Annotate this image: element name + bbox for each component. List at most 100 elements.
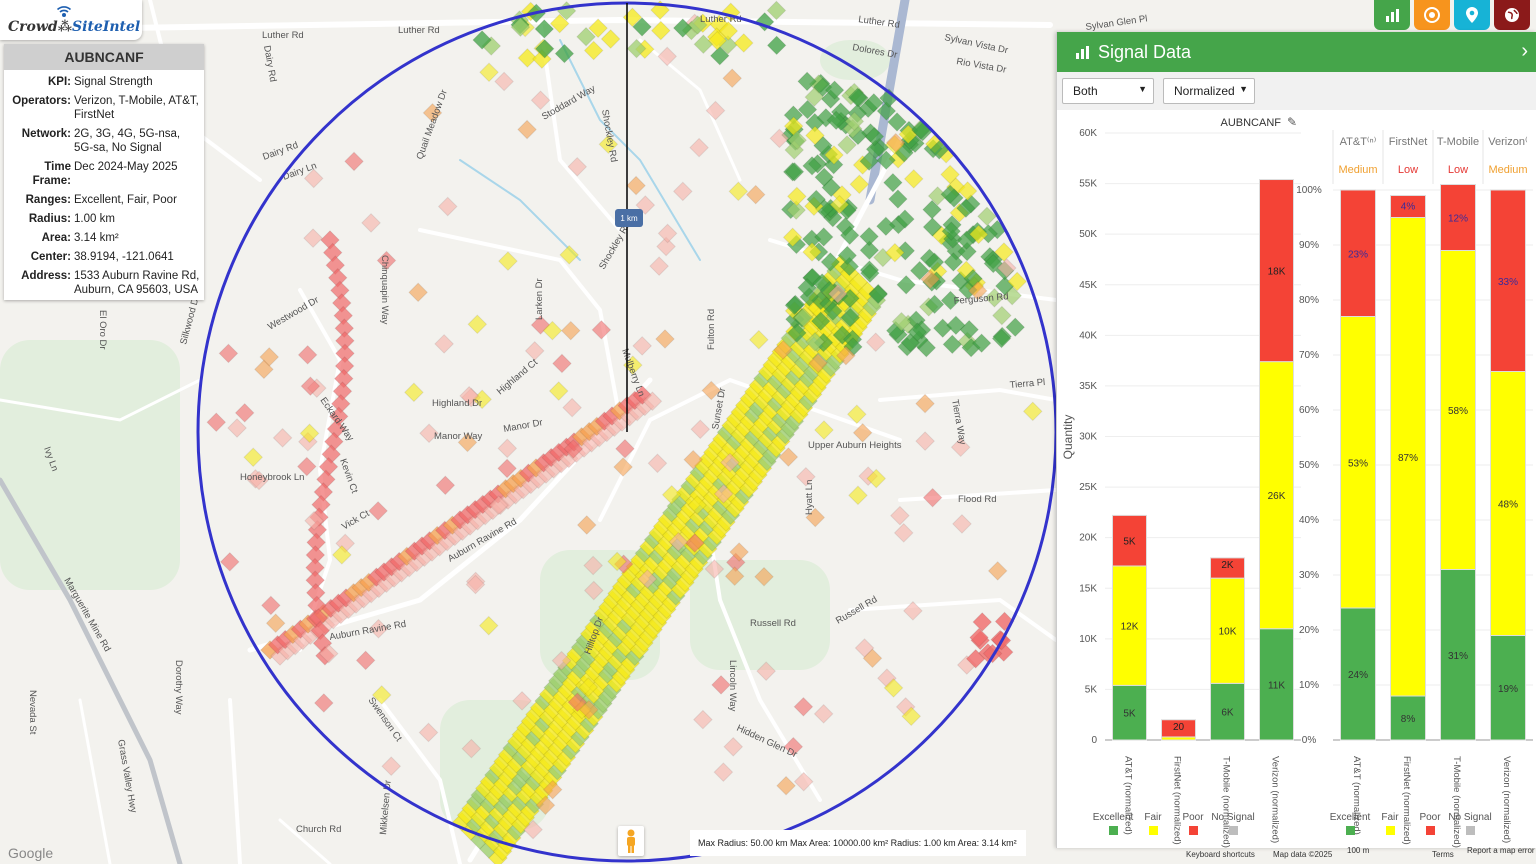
data-label: 8% [1401,714,1416,725]
map-scale: 100 m [1347,846,1370,855]
legend-swatch [1229,826,1238,835]
rating-label: Medium [1488,164,1527,176]
street-label: Russell Rd [750,618,796,629]
chart-title: AUBNCANF [1220,117,1281,129]
street-label: Dorothy Way [173,660,184,715]
scale-mode-value: Normalized [1174,84,1235,98]
y-tick-label: 60K [1079,128,1097,139]
y-tick-label: 60% [1299,405,1319,416]
data-label: 11K [1268,680,1285,691]
legend-swatch [1189,826,1198,835]
y-tick-label: 90% [1299,240,1319,251]
logo-text: Crowd⁂SiteIntel [8,19,141,35]
map-pin-icon [1466,7,1478,23]
info-value: 3.14 km² [74,232,119,244]
data-label: 48% [1498,500,1518,511]
report-map-error-link[interactable]: Report a map error [1467,846,1535,855]
data-label: 4% [1401,202,1416,213]
street-label: Church Rd [296,824,341,835]
info-key: Ranges: [25,194,71,206]
radius-label: 1 km [620,214,638,223]
info-value: Dec 2024-May 2025 [74,161,178,173]
target-icon [1424,7,1440,23]
y-tick-label: 70% [1299,350,1319,361]
street-label: Hyatt Ln [804,480,815,515]
rating-label: Medium [1338,164,1377,176]
y-tick-label: 50K [1079,229,1097,240]
dropdown-arrow-icon: ▼ [1239,84,1248,94]
map-data-credit: Map data ©2025 [1273,850,1333,859]
y-tick-label: 15K [1079,583,1097,594]
scale-mode-select[interactable]: Normalized ▼ [1163,78,1255,104]
y-tick-label: 0 [1091,735,1097,746]
column-header: FirstNet [1389,136,1428,148]
x-tick-label: Verizon (normalized) [1270,756,1281,843]
y-tick-label: 10K [1079,634,1097,645]
data-label: 6K [1221,708,1234,719]
info-row: Address: 1533 Auburn Ravine Rd, Auburn, C… [4,269,204,297]
legend-swatch [1426,826,1435,835]
bar-chart-icon [1386,9,1399,22]
y-tick-label: 10% [1299,680,1319,691]
info-value: Signal Strength [74,76,153,88]
data-label: 58% [1448,406,1468,417]
legend-swatch [1386,826,1395,835]
dropdown-arrow-icon: ▼ [1138,84,1147,94]
info-value: 2G, 3G, 4G, 5G-nsa, 5G-sa, No Signal [74,128,181,154]
info-key: Radius: [28,213,71,225]
street-label: Highland Dr [432,398,482,409]
info-value: Excellent, Fair, Poor [74,194,177,206]
street-label: Chinquapin Way [379,255,390,325]
data-label: 2K [1221,560,1234,571]
info-row: Network: 2G, 3G, 4G, 5G-nsa, 5G-sa, No Si… [4,127,204,155]
street-label: Larken Dr [534,278,545,320]
globe-button[interactable] [1494,0,1530,30]
info-value: 1533 Auburn Ravine Rd, Auburn, CA 95603,… [74,270,200,296]
x-tick-label: AT&T (normalized) [1351,756,1362,835]
park-area [0,340,180,590]
data-label: 10K [1219,627,1237,638]
info-key: KPI: [48,76,71,88]
info-panel: AUBNCANF KPI: Signal Strength Operators: Ve… [4,44,204,300]
street-label: Fulton Rd [706,309,717,350]
info-row: Operators: Verizon, T-Mobile, AT&T, First… [4,94,204,122]
data-label: 12K [1121,622,1139,633]
terms-link[interactable]: Terms [1432,850,1454,859]
legend-swatch [1466,826,1475,835]
data-label: 24% [1348,670,1368,681]
legend-label: Excellent [1330,812,1371,823]
operator-mode-select[interactable]: Both ▼ [1062,78,1154,104]
app-logo[interactable]: Crowd⁂SiteIntel [0,0,142,40]
data-label: 33% [1498,277,1518,288]
y-tick-label: 55K [1079,179,1097,190]
street-label: Upper Auburn Heights [808,440,902,451]
panel-header: Signal Data › [1057,32,1536,72]
collapse-chevron-icon[interactable]: › [1521,40,1528,63]
edit-pencil-icon[interactable]: ✎ [1287,115,1297,129]
y-tick-label: 5K [1085,684,1098,695]
bar-chart-icon [1076,46,1089,59]
info-title: AUBNCANF [4,44,204,70]
data-label: 23% [1348,249,1368,260]
y-tick-label: 35K [1079,381,1097,392]
signal-chart: AUBNCANF ✎ 0 5K 10K 15K 20K 25K 30K 35K 40K 45K 50K 5… [1061,115,1533,848]
info-value: 1.00 km [74,213,115,225]
legend-swatch [1109,826,1118,835]
target-button[interactable] [1414,0,1450,30]
google-logo: Google [8,845,53,861]
y-tick-label: 20% [1299,625,1319,636]
signal-data-panel: Signal Data › Both ▼ Normalized ▼ AUBNCANF… [1056,32,1536,848]
location-button[interactable] [1454,0,1490,30]
legend-label: Poor [1182,812,1204,823]
keyboard-shortcuts-link[interactable]: Keyboard shortcuts [1186,850,1255,859]
info-row: Time Frame: Dec 2024-May 2025 [4,160,204,188]
rating-label: Low [1448,164,1468,176]
data-label: 31% [1448,651,1468,662]
street-label: Nevada St [27,690,38,735]
legend-swatch [1149,826,1158,835]
data-label: 18K [1268,267,1286,278]
y-tick-label: 80% [1299,295,1319,306]
chart-toggle-button[interactable] [1374,0,1410,30]
street-view-pegman[interactable] [618,826,644,856]
street-label: Luther Rd [398,25,440,36]
